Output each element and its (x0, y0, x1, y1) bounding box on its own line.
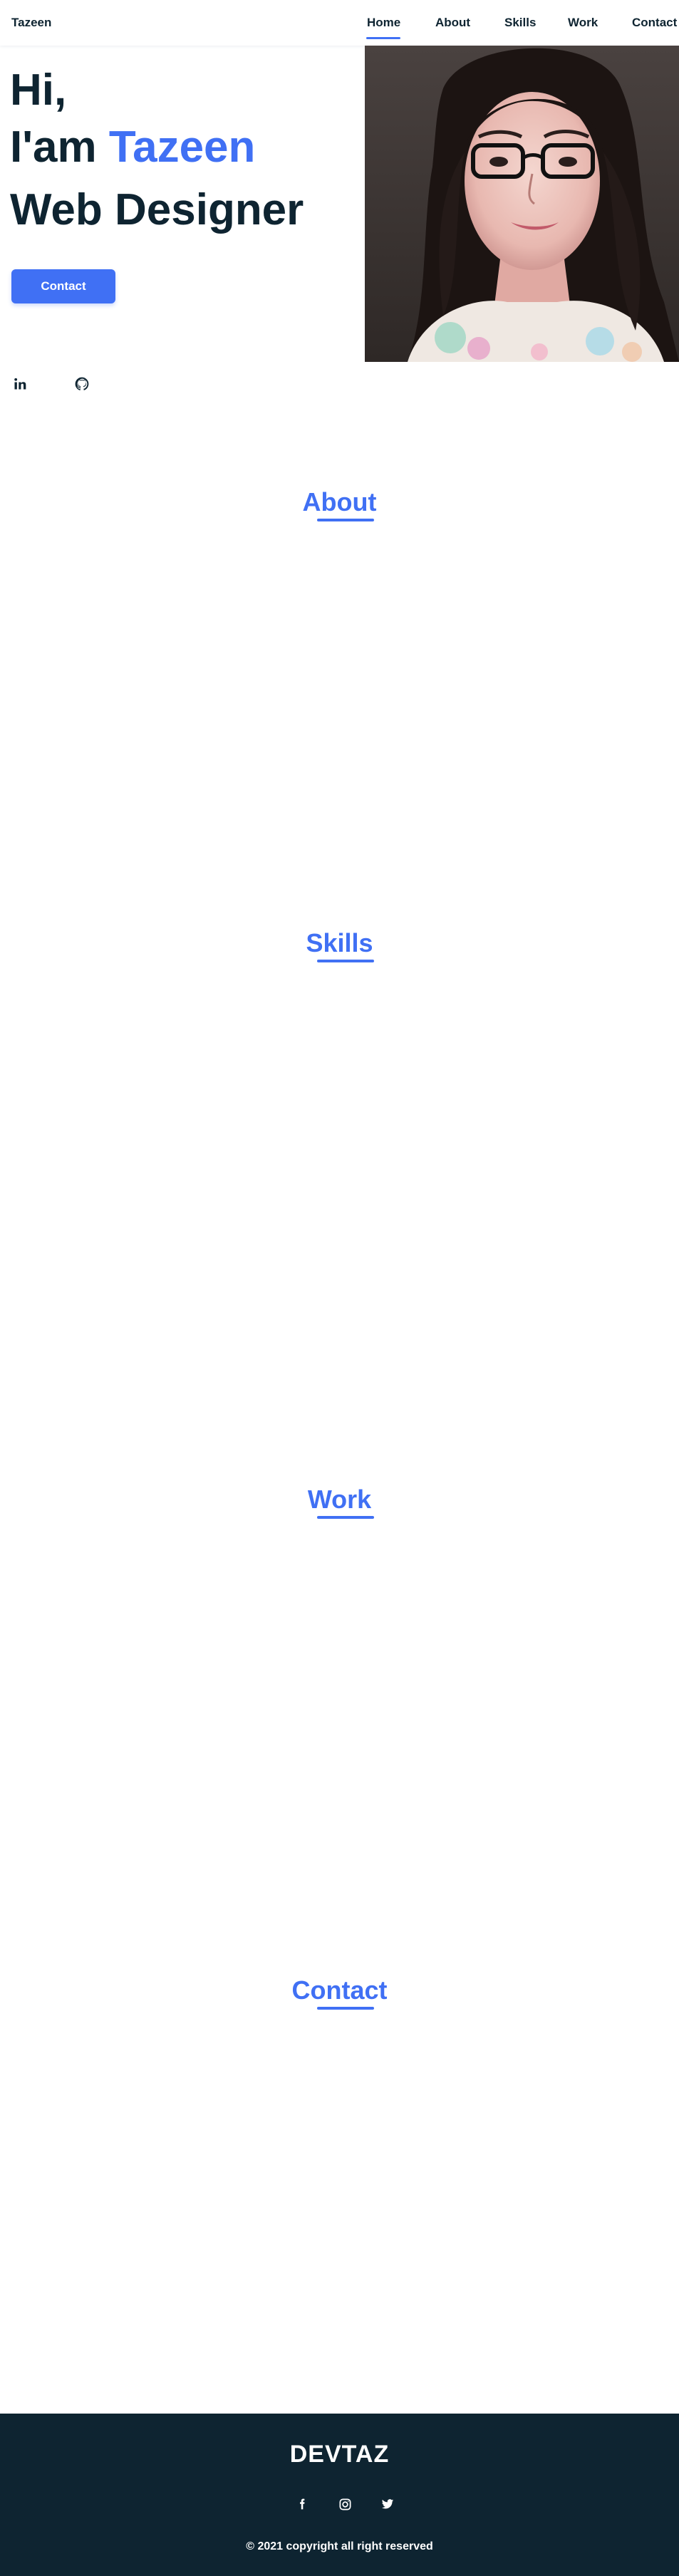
contact-title-underline (317, 2007, 374, 2010)
nav-active-indicator (366, 37, 400, 39)
skills-title-underline (317, 960, 374, 962)
footer-copyright: © 2021 copyright all right reserved (246, 2540, 433, 2552)
twitter-icon[interactable] (380, 2496, 395, 2512)
profile-portrait (365, 46, 679, 362)
hero-name: Tazeen (108, 123, 256, 172)
hero-contact-button[interactable]: Contact (11, 269, 115, 303)
linkedin-icon[interactable] (12, 376, 28, 392)
about-title-underline (317, 519, 374, 521)
work-title-underline (317, 1516, 374, 1519)
about-section-title: About (302, 487, 377, 516)
site-footer: DEVTAZ © 2021 copyright all right reserv… (0, 2414, 679, 2576)
facebook-icon[interactable] (294, 2496, 310, 2512)
instagram-icon[interactable] (337, 2496, 353, 2512)
work-section-title: Work (307, 1485, 372, 1514)
github-icon[interactable] (74, 376, 90, 392)
hero-greeting: Hi, (10, 66, 67, 115)
site-header: Tazeen Home About Skills Work Contact (0, 0, 679, 46)
nav-skills[interactable]: Skills (504, 16, 536, 30)
hero-role: Web Designer (10, 185, 304, 234)
nav-about[interactable]: About (435, 16, 470, 30)
nav-work[interactable]: Work (568, 16, 598, 30)
footer-title: DEVTAZ (289, 2441, 390, 2468)
nav-home[interactable]: Home (367, 16, 400, 30)
site-logo[interactable]: Tazeen (11, 16, 51, 30)
nav-contact[interactable]: Contact (632, 16, 677, 30)
skills-section-title: Skills (306, 928, 373, 957)
hero-intro-prefix: I'am (10, 123, 97, 172)
contact-section-title: Contact (291, 1975, 388, 2005)
hero-intro: I'am Tazeen (10, 125, 255, 170)
